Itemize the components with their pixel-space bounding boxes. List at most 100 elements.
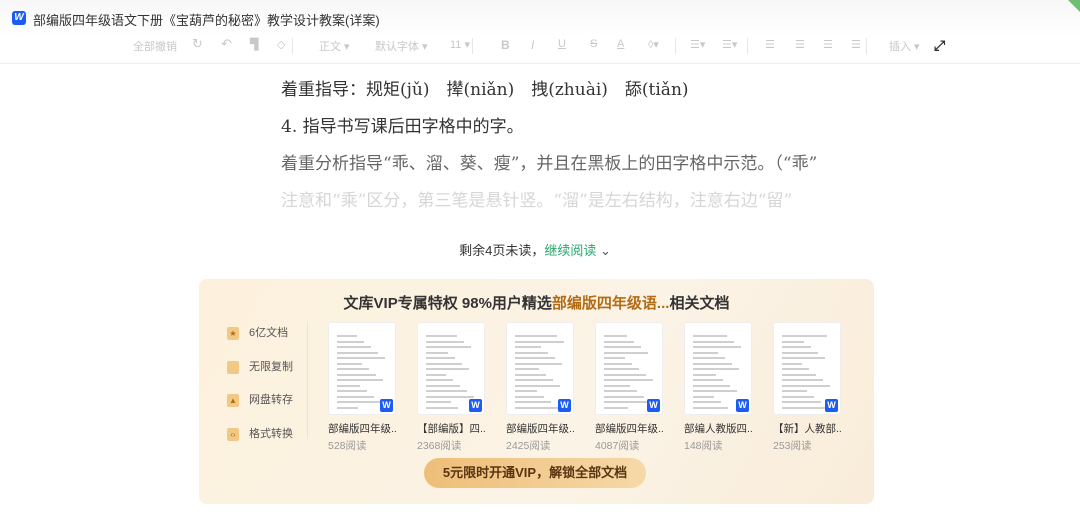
text-line: [693, 379, 723, 381]
text-line: [604, 346, 641, 348]
bold-button[interactable]: B: [501, 38, 510, 52]
cloud-save-icon: ▲: [227, 393, 239, 407]
doc-thumbnail[interactable]: W: [417, 322, 485, 415]
related-doc-card[interactable]: W 部编版四年级... 2425阅读: [506, 322, 574, 453]
text-line: [693, 368, 739, 370]
paragraph-style-dropdown[interactable]: 正文 ▾: [319, 38, 350, 54]
text-line: [782, 390, 807, 392]
redo-icon[interactable]: ↻: [192, 36, 203, 52]
line-spacing-icon[interactable]: ☰▾: [722, 38, 737, 51]
text-line: [337, 395, 374, 398]
word-doc-icon: W: [558, 399, 571, 412]
text-line: [426, 335, 457, 337]
text-line: [693, 384, 730, 387]
text-line: [337, 368, 369, 370]
text-line: [515, 362, 562, 365]
text-line: [515, 390, 537, 392]
doc-thumbnail[interactable]: W: [773, 322, 841, 415]
text-line: [515, 406, 558, 409]
text-line: [604, 362, 632, 365]
content-line: 注意和“乘”区分，第三笔是悬针竖。“溜”是左右结构，注意右边“留”: [281, 191, 793, 211]
text-line: [782, 346, 811, 348]
open-vip-button[interactable]: 5元限时开通VIP，解锁全部文档: [424, 458, 646, 488]
text-line: [782, 368, 809, 370]
undo-all-button[interactable]: 全部撤销: [133, 38, 177, 54]
italic-button[interactable]: I: [531, 38, 534, 52]
related-doc-card[interactable]: W 部编人教版四... 148阅读: [684, 322, 752, 453]
feature-cloud: ▲ 网盘转存: [227, 391, 293, 407]
feature-label: 格式转换: [249, 428, 293, 440]
text-line: [782, 384, 830, 387]
text-line: [515, 346, 541, 348]
doc-thumbnail[interactable]: W: [595, 322, 663, 415]
doc-title[interactable]: 部编人教版四...: [684, 421, 752, 436]
text-line: [604, 390, 637, 392]
continue-reading-bar: 剩余4页未读，继续阅读 ⌄: [0, 240, 1070, 259]
chevron-down-icon[interactable]: ⌄: [600, 243, 611, 258]
text-line: [337, 346, 371, 348]
content-line: 着重指导：规矩(jǔ) 撵(niǎn) 拽(zhuài) 舔(tiǎn): [281, 80, 689, 100]
text-line: [604, 406, 628, 409]
highlight-icon[interactable]: ◊▾: [648, 38, 659, 51]
list-icon[interactable]: ☰: [765, 38, 775, 51]
undo-icon[interactable]: ↶: [221, 36, 232, 52]
text-line: [782, 379, 823, 381]
related-doc-card[interactable]: W 【新】人教部... 253阅读: [773, 322, 841, 453]
text-line: [693, 351, 718, 354]
font-color-button[interactable]: A: [617, 38, 624, 50]
editor-toolbar: 全部撤销 ↻ ↶ ▜ ◇ 正文 ▾ 默认字体 ▾ 11 ▾ B I U S A …: [0, 36, 1080, 64]
strikethrough-button[interactable]: S: [590, 38, 597, 50]
doc-title[interactable]: 部编版四年级...: [328, 421, 396, 436]
format-painter-icon[interactable]: ▜: [250, 38, 258, 51]
font-dropdown[interactable]: 默认字体 ▾: [375, 38, 428, 54]
title-suffix: 相关文档: [669, 295, 730, 312]
doc-thumbnail[interactable]: W: [684, 322, 752, 415]
text-line: [693, 335, 727, 337]
related-doc-card[interactable]: W 部编版四年级... 528阅读: [328, 322, 396, 453]
doc-title[interactable]: 【部编版】四...: [417, 421, 485, 436]
feature-label: 无限复制: [249, 361, 293, 373]
text-line: [515, 401, 551, 403]
eraser-icon[interactable]: ◇: [277, 38, 285, 51]
text-line: [515, 340, 564, 343]
insert-label: 插入: [889, 41, 911, 53]
doc-thumbnail[interactable]: W: [506, 322, 574, 415]
text-line: [693, 395, 714, 398]
text-line: [604, 340, 634, 343]
align-icon[interactable]: ☰▾: [690, 38, 705, 51]
font-label: 默认字体: [375, 41, 419, 53]
related-doc-card[interactable]: W 部编版四年级... 4087阅读: [595, 322, 663, 453]
outdent-icon[interactable]: ☰: [851, 38, 861, 51]
text-line: [604, 368, 639, 370]
text-line: [337, 390, 367, 392]
insert-dropdown[interactable]: 插入 ▾: [889, 38, 920, 54]
fullscreen-icon[interactable]: ⤢: [934, 37, 945, 54]
text-line: [337, 362, 362, 365]
doc-title[interactable]: 【新】人教部...: [773, 421, 841, 436]
font-size-dropdown[interactable]: 11 ▾: [450, 38, 470, 51]
text-line: [426, 395, 474, 398]
doc-thumbnail[interactable]: W: [328, 322, 396, 415]
divider: [747, 38, 748, 54]
bullet-list-icon[interactable]: ☰: [795, 38, 805, 51]
text-line: [515, 335, 557, 337]
doc-title[interactable]: 部编版四年级...: [506, 421, 574, 436]
feature-label: 6亿文档: [249, 327, 289, 339]
word-doc-icon: W: [647, 399, 660, 412]
doc-title[interactable]: 部编版四年级...: [595, 421, 663, 436]
content-line: 着重分析指导“乖、溜、葵、瘦”，并且在黑板上的田字格中示范。（“乖”: [281, 154, 818, 174]
related-doc-card[interactable]: W 【部编版】四... 2368阅读: [417, 322, 485, 453]
text-line: [426, 357, 455, 359]
text-line: [337, 384, 360, 387]
title-bar: W 部编版四年级语文下册《宝葫芦的秘密》教学设计教案(详案): [0, 0, 1080, 36]
text-line: [426, 379, 453, 381]
word-doc-icon: W: [825, 399, 838, 412]
copy-icon: [227, 360, 239, 374]
text-line: [515, 368, 539, 370]
star-icon: ★: [227, 326, 239, 340]
underline-button[interactable]: U: [558, 38, 566, 50]
doc-reads: 2425阅读: [506, 440, 551, 452]
text-line: [337, 401, 381, 403]
indent-icon[interactable]: ☰: [823, 38, 833, 51]
continue-reading-link[interactable]: 继续阅读: [544, 243, 596, 258]
